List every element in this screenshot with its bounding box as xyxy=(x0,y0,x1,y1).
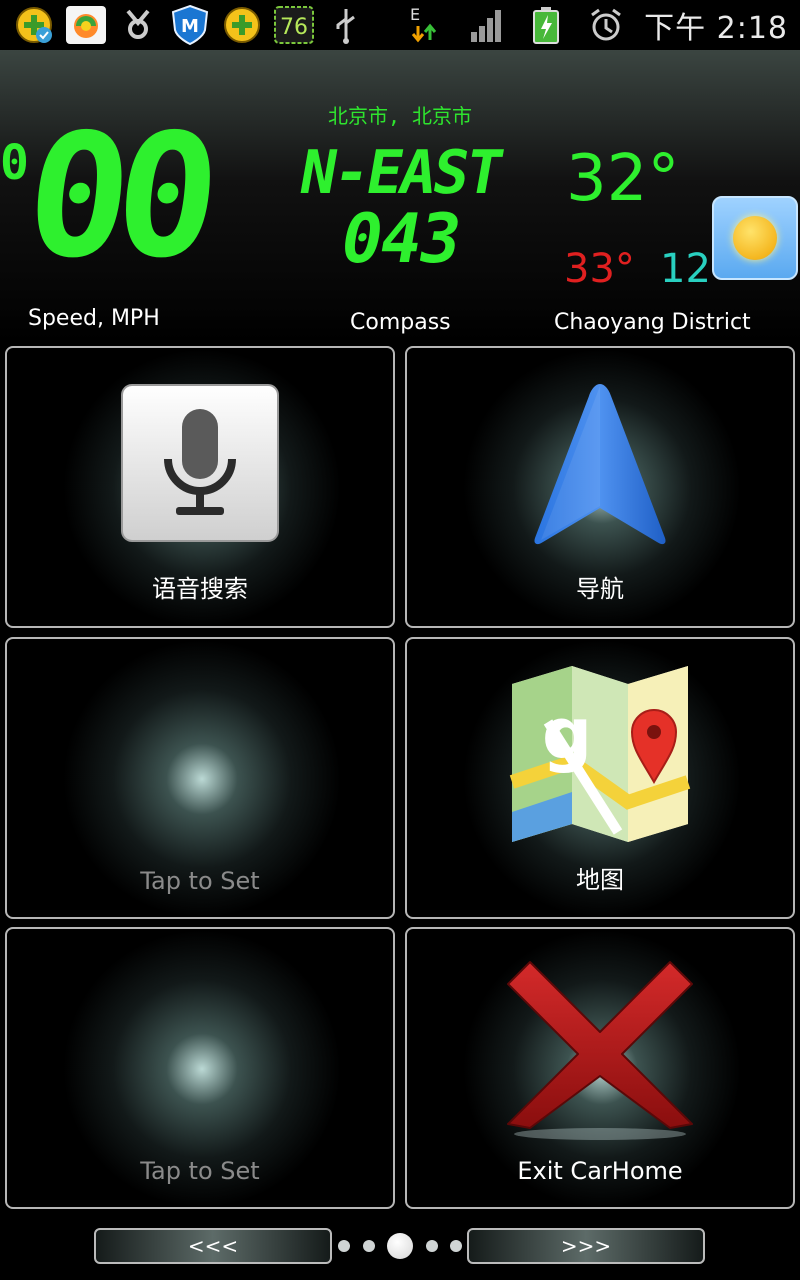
system-icons: E 下午 2:18 xyxy=(404,4,788,46)
data-arrows-icon: E xyxy=(404,4,448,46)
location-text: 北京市, 北京市 xyxy=(327,104,473,128)
store-icon xyxy=(64,4,108,46)
next-page-button[interactable]: >>> xyxy=(467,1228,705,1264)
page-dot-active[interactable] xyxy=(387,1233,413,1259)
battery-charging-icon xyxy=(524,4,568,46)
google-maps-icon: g xyxy=(509,666,691,842)
tile-label: 导航 xyxy=(576,575,624,603)
clock: 下午 2:18 xyxy=(644,11,788,46)
tile-label: 地图 xyxy=(576,866,624,894)
temperature-high: 33° xyxy=(564,246,635,292)
svg-text:E: E xyxy=(410,5,420,24)
temperature-current: 32° xyxy=(566,142,680,216)
page-dot[interactable] xyxy=(450,1240,462,1252)
navigation-arrow-icon xyxy=(534,384,666,545)
app-badge-icon xyxy=(12,4,56,46)
svg-text:76: 76 xyxy=(280,15,308,40)
compass-label: Compass xyxy=(350,310,451,335)
tile-maps[interactable]: g 地图 xyxy=(405,637,795,919)
svg-text:g: g xyxy=(542,693,592,775)
tile-exit-carhome[interactable]: Exit CarHome xyxy=(405,927,795,1209)
tile-label: Tap to Set xyxy=(140,867,260,895)
tile-empty-slot-2[interactable]: Tap to Set xyxy=(5,927,395,1209)
usb-icon xyxy=(116,4,160,46)
district-label: Chaoyang District xyxy=(554,310,751,335)
weather-sun-icon[interactable] xyxy=(712,196,798,280)
tile-label: 语音搜索 xyxy=(152,575,248,603)
plus-icon xyxy=(220,4,264,46)
shield-icon: M xyxy=(168,4,212,46)
speed-prefix-digit: 0 xyxy=(0,135,29,191)
signal-icon xyxy=(464,4,508,46)
notification-icons: M 76 xyxy=(12,4,368,46)
page-dot[interactable] xyxy=(338,1240,350,1252)
tile-icon-area xyxy=(407,929,793,1159)
usb-debug-icon xyxy=(324,4,368,46)
tile-empty-slot-1[interactable]: Tap to Set xyxy=(5,637,395,919)
compass-degrees: 043 xyxy=(334,200,466,279)
speed-readout: 00 xyxy=(17,98,216,296)
compass-direction: N-EAST xyxy=(294,138,506,208)
dashboard-panel: 北京市, 北京市 0 00 Speed, MPH N-EAST 043 Comp… xyxy=(0,50,800,342)
tile-label: Exit CarHome xyxy=(517,1157,683,1185)
tile-icon-area: g xyxy=(407,639,793,869)
sun-icon xyxy=(733,216,777,260)
microphone-icon xyxy=(121,384,279,542)
previous-page-button[interactable]: <<< xyxy=(94,1228,332,1264)
notification-76-icon: 76 xyxy=(272,4,316,46)
svg-text:M: M xyxy=(181,16,199,37)
tile-label: Tap to Set xyxy=(140,1157,260,1185)
page-indicator[interactable] xyxy=(338,1232,462,1260)
close-x-icon xyxy=(507,961,693,1140)
speed-label: Speed, MPH xyxy=(28,306,160,331)
tile-icon-area xyxy=(7,348,393,578)
status-bar: M 76 E 下午 2:18 xyxy=(0,0,800,50)
tile-icon-area xyxy=(407,348,793,578)
tile-voice-search[interactable]: 语音搜索 xyxy=(5,346,395,628)
tile-navigation[interactable]: 导航 xyxy=(405,346,795,628)
page-dot[interactable] xyxy=(362,1240,375,1252)
page-dot[interactable] xyxy=(425,1240,438,1252)
alarm-icon xyxy=(584,4,628,46)
